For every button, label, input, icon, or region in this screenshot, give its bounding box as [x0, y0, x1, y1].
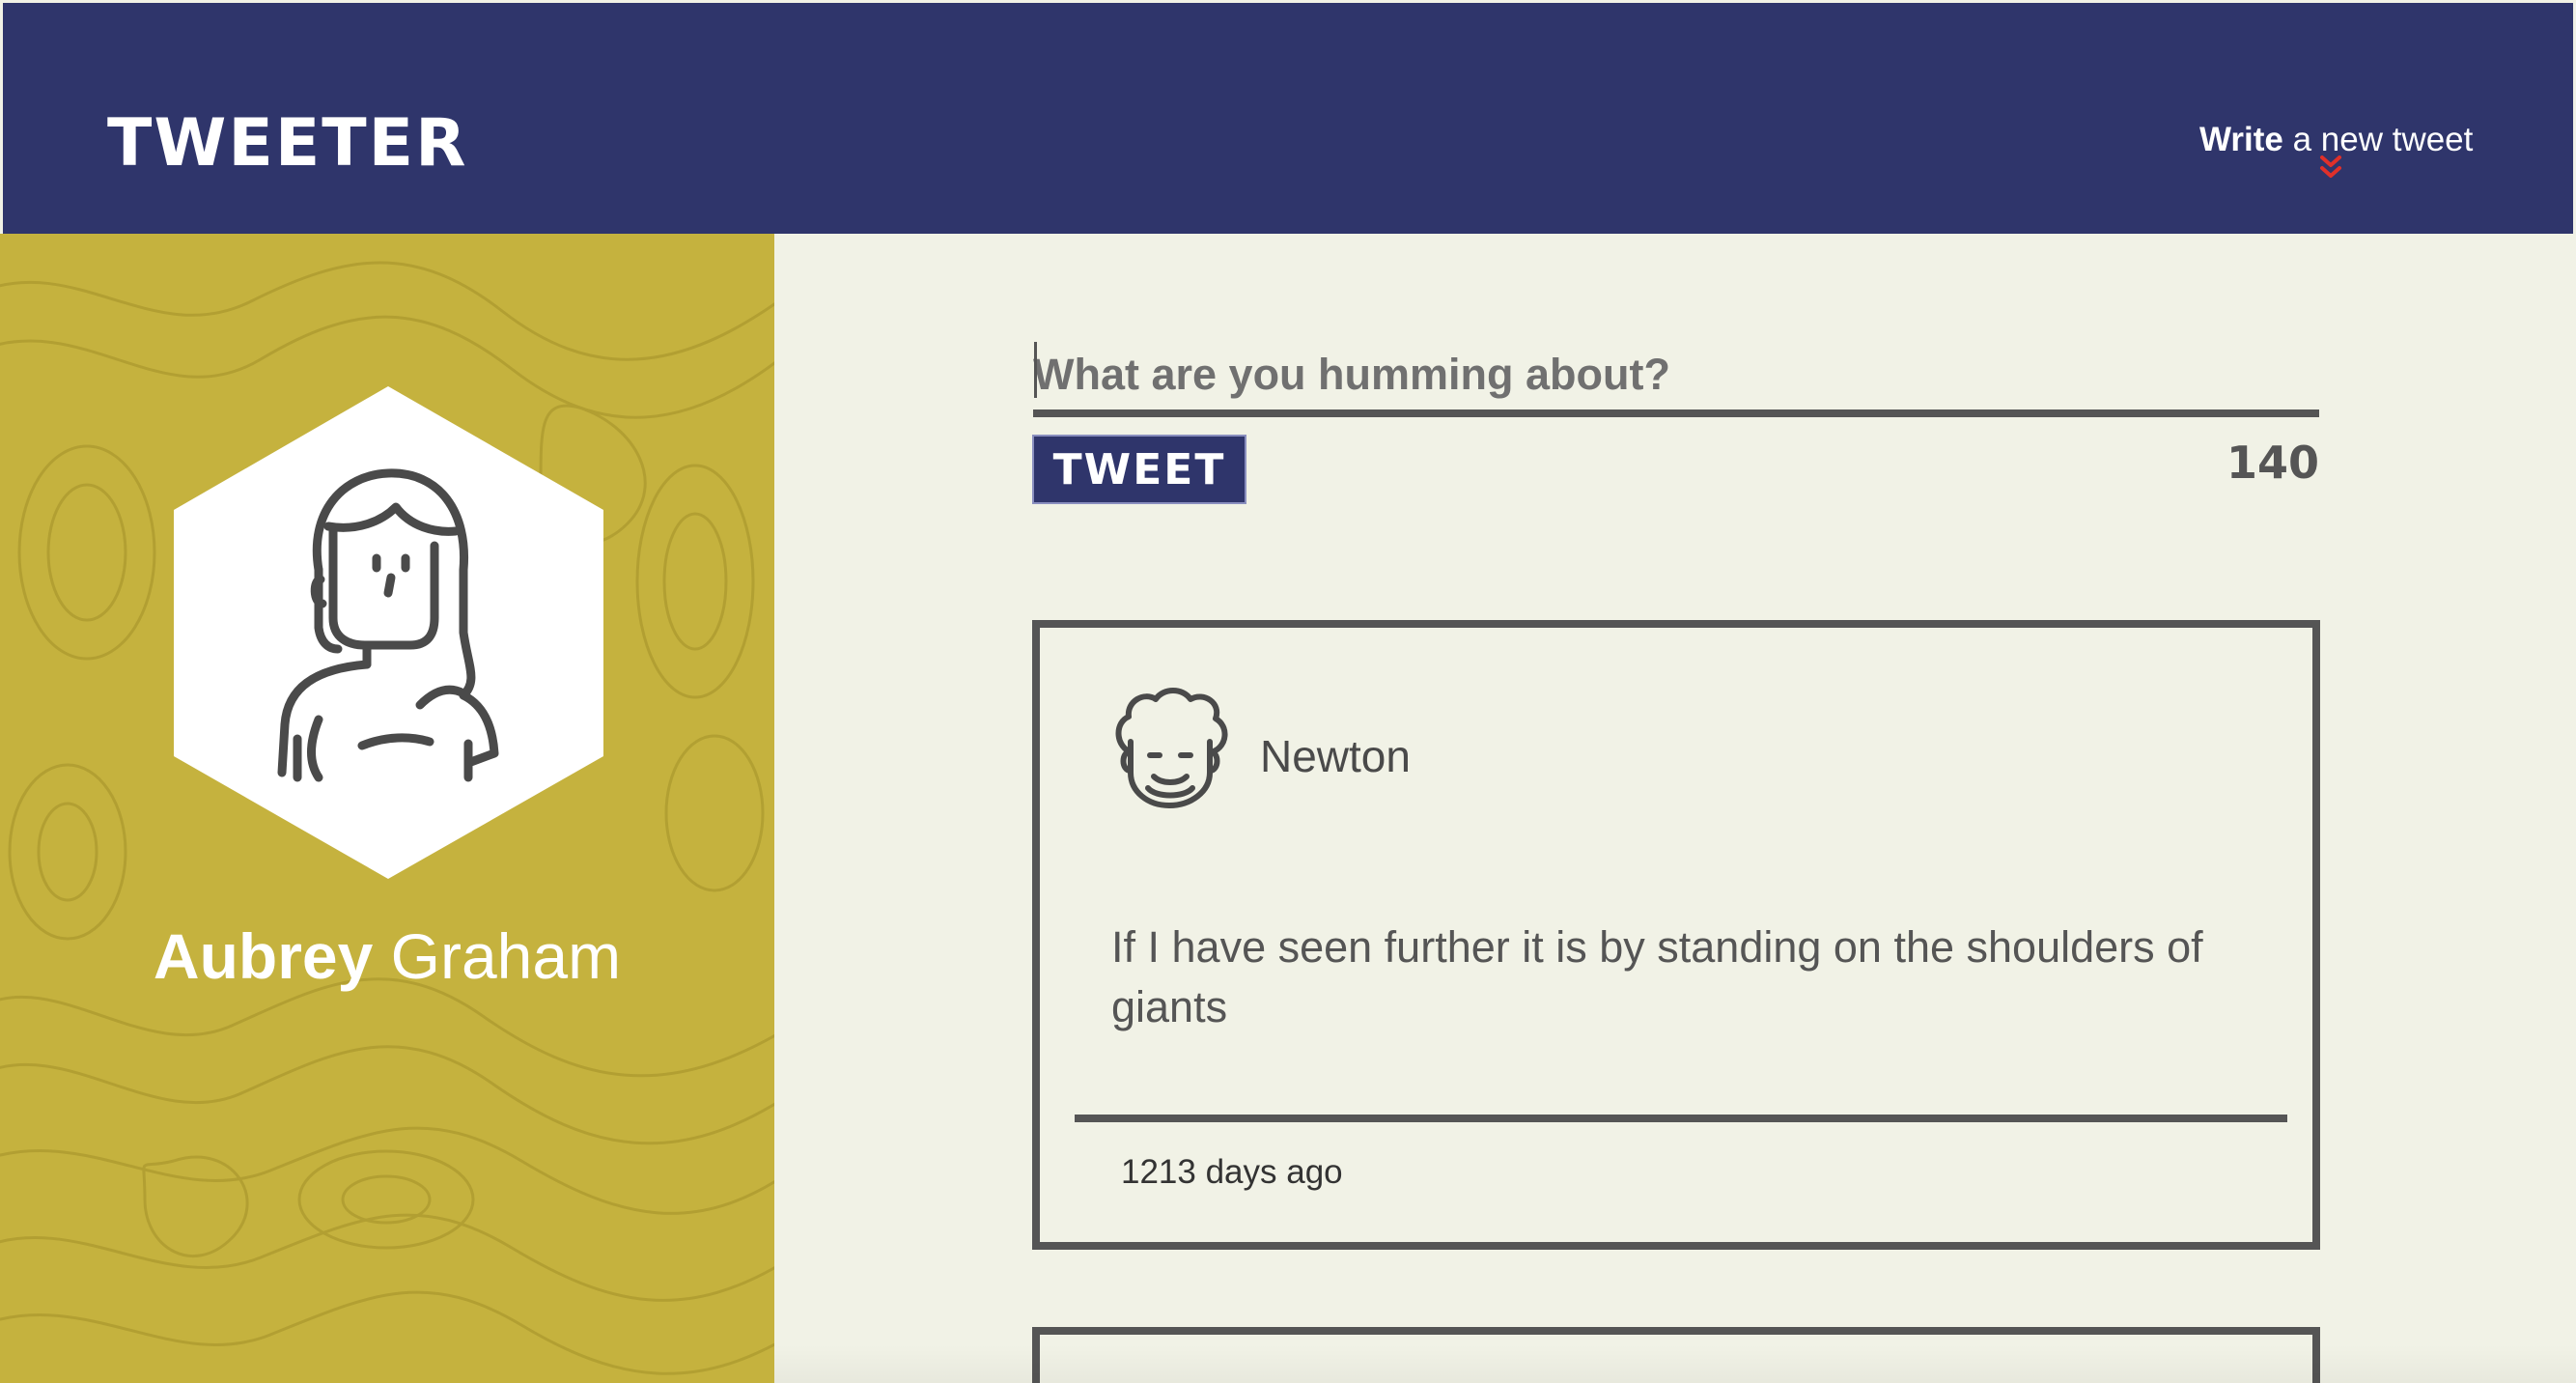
first-name: Aubrey: [153, 920, 374, 992]
main-feed: TWEET 140 Newton If I have seen further …: [774, 234, 2576, 1383]
double-chevron-down-icon[interactable]: [2317, 155, 2344, 182]
last-name: Graham: [373, 920, 622, 992]
brand-logo[interactable]: TWEETER: [107, 111, 468, 177]
profile-name: Aubrey Graham: [0, 924, 774, 988]
top-nav: TWEETER Write a new tweet: [3, 3, 2573, 234]
character-counter: 140: [2226, 437, 2319, 489]
tweet-card: Newton If I have seen further it is by s…: [1032, 620, 2320, 1250]
tweet-text: If I have seen further it is by standing…: [1111, 922, 2203, 1031]
profile-avatar: [174, 386, 603, 879]
tweet-divider: [1075, 1115, 2287, 1122]
curly-hair-man-avatar-icon: [1115, 688, 1228, 808]
bottom-shadow: [774, 1344, 2576, 1383]
profile-sidebar: Aubrey Graham: [0, 234, 774, 1383]
tweet-author: Newton: [1260, 731, 1411, 781]
new-tweet-label: a new tweet: [2282, 121, 2474, 158]
write-new-tweet-link[interactable]: Write a new tweet: [2199, 123, 2473, 156]
text-cursor: [1034, 342, 1037, 398]
tweet-submit-button[interactable]: TWEET: [1032, 435, 1246, 504]
tweet-textarea[interactable]: [1033, 340, 2319, 417]
write-label: Write: [2199, 121, 2283, 158]
tweet-timestamp: 1213 days ago: [1121, 1153, 1343, 1191]
